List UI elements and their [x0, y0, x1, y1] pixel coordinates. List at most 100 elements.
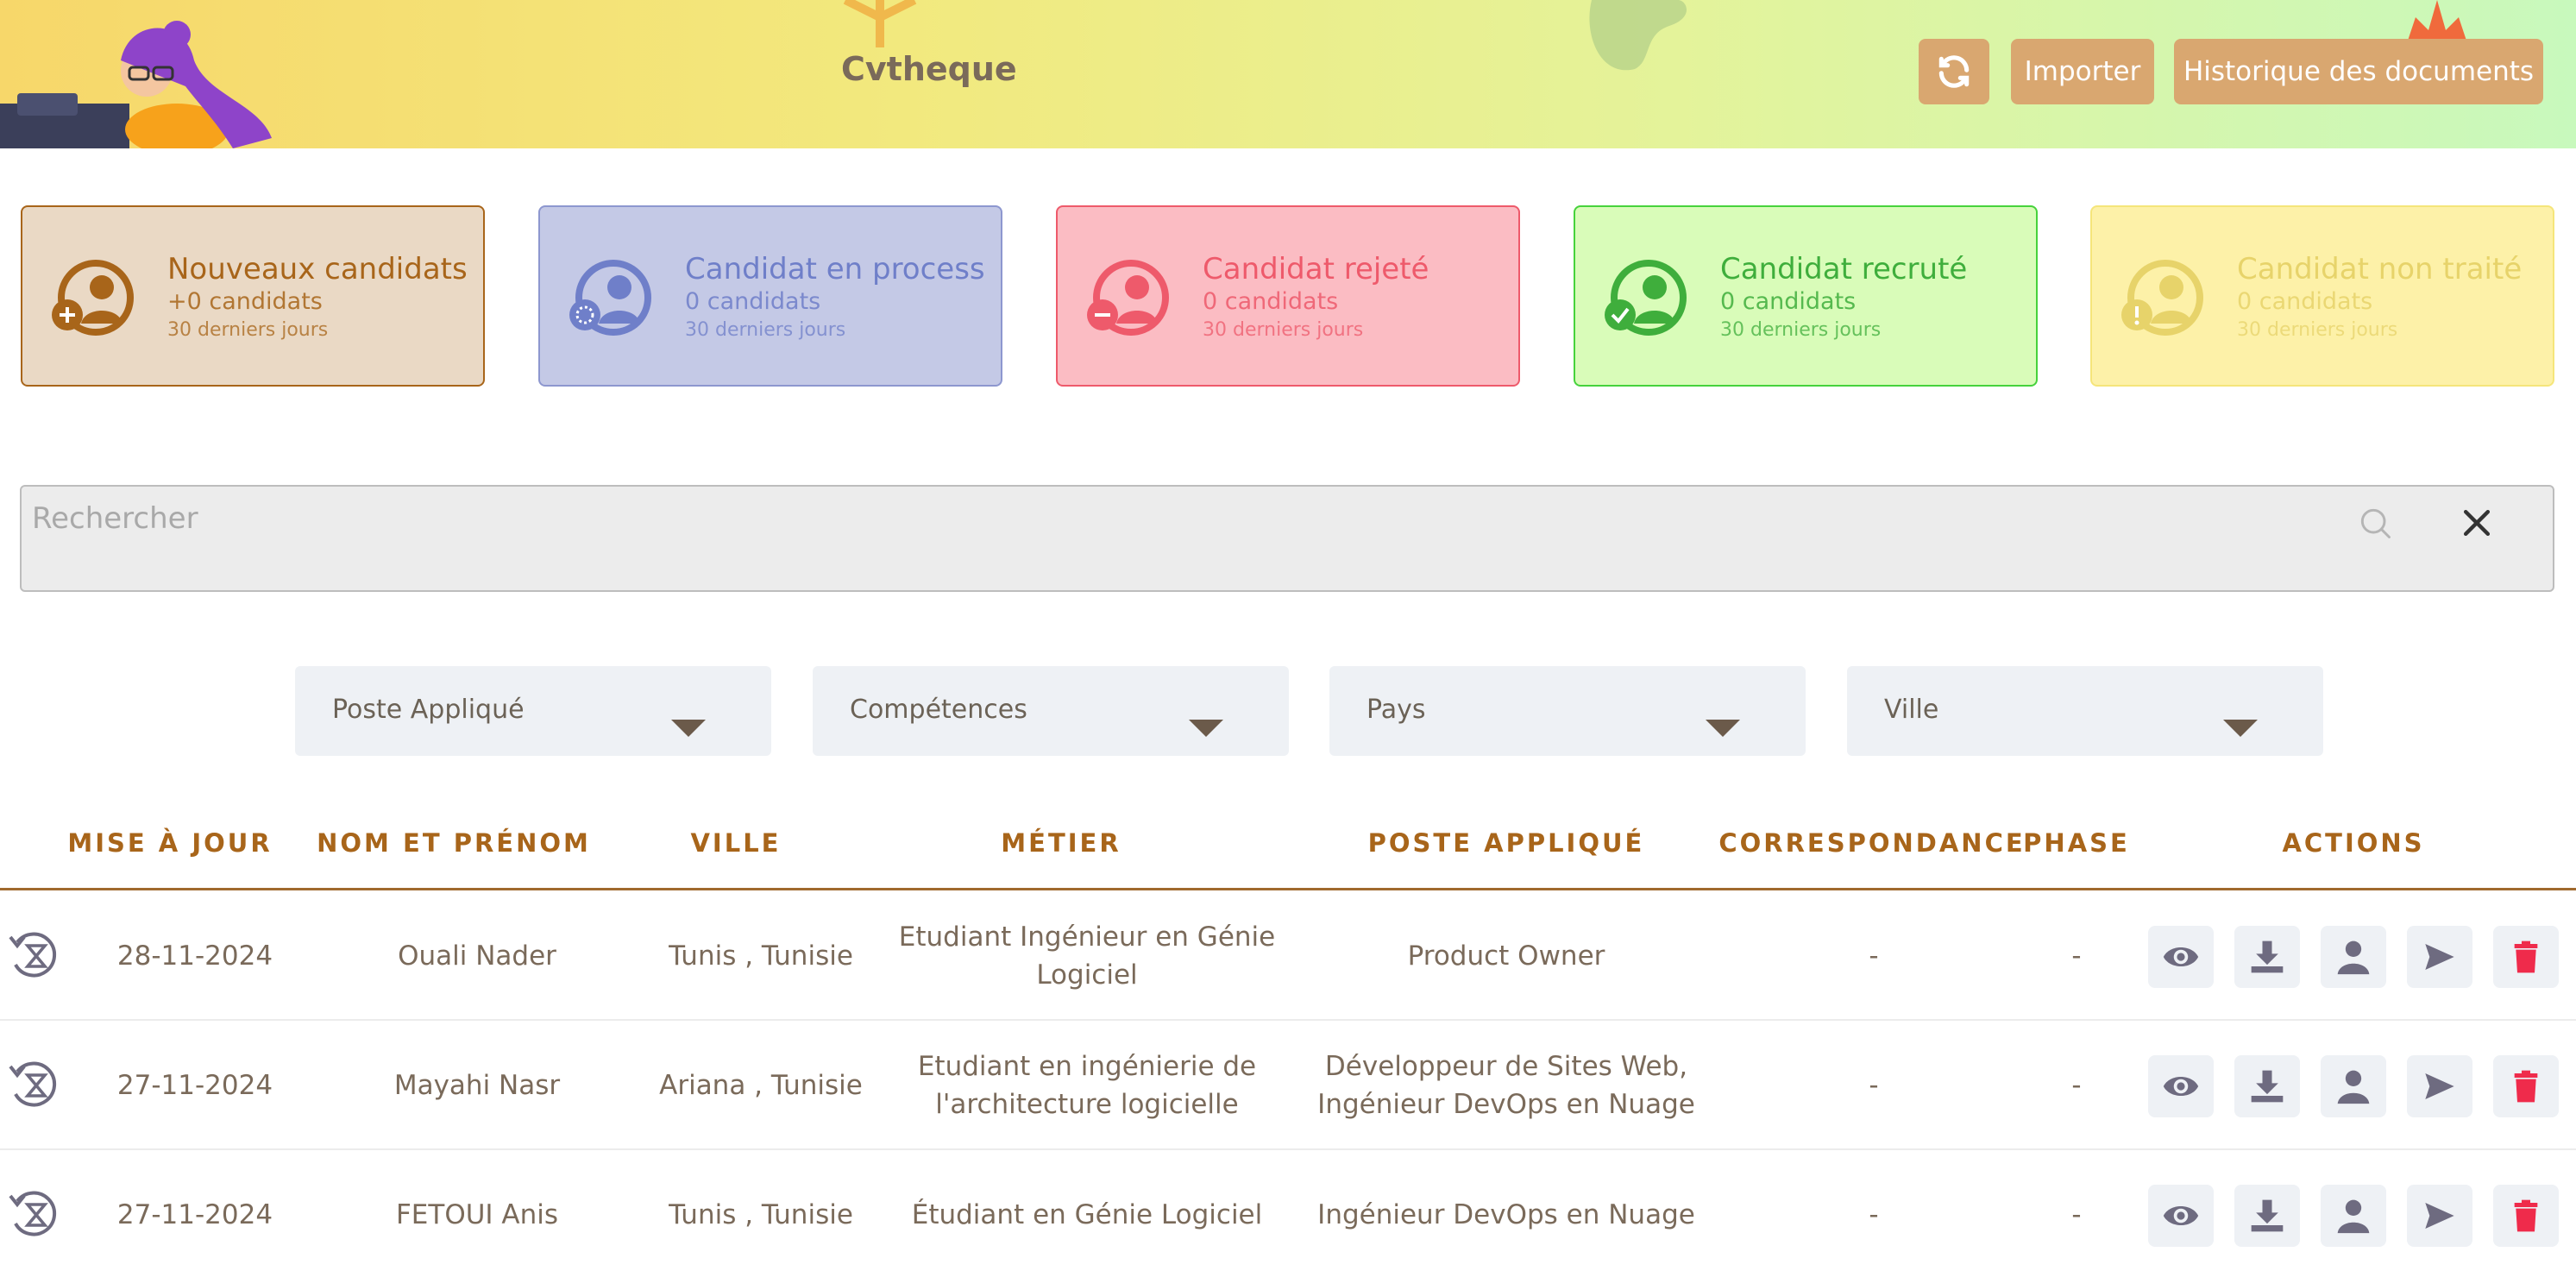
search-input[interactable] [32, 497, 2275, 540]
refresh-button[interactable] [1919, 39, 1989, 104]
filter-pays[interactable]: Pays [1329, 666, 1806, 756]
send-icon [2425, 1073, 2454, 1099]
column-header[interactable]: PHASE [2023, 828, 2130, 858]
star-decoration [2407, 0, 2467, 43]
cell-name: FETOUI Anis [395, 1199, 559, 1230]
filter-poste-applique[interactable]: Poste Appliqué [295, 666, 771, 756]
download-button[interactable] [2234, 1185, 2300, 1247]
filter-ville[interactable]: Ville [1847, 666, 2323, 756]
trash-button[interactable] [2493, 1055, 2559, 1117]
column-header[interactable]: NOM ET PRÉNOM [317, 828, 591, 858]
download-button[interactable] [2234, 926, 2300, 988]
cell-date: 28-11-2024 [116, 940, 273, 972]
cell-phase: - [2071, 1070, 2082, 1101]
eye-icon [2163, 1077, 2199, 1096]
send-icon [2425, 1203, 2454, 1229]
cell-match: - [1869, 940, 1879, 972]
caret-down-icon [671, 720, 706, 737]
search-icon[interactable] [2356, 504, 2394, 542]
column-header: ACTIONS [2282, 828, 2425, 858]
user-icon [2337, 1070, 2370, 1104]
stat-card-3[interactable]: Candidat recruté 0 candidats 30 derniers… [1574, 205, 2038, 387]
cell-match: - [1869, 1070, 1879, 1101]
cell-city: Tunis , Tunisie [669, 1199, 853, 1230]
send-button[interactable] [2407, 1055, 2472, 1117]
document-history-button[interactable]: Historique des documents [2174, 39, 2543, 104]
stat-card-title: Candidat recruté [1720, 252, 1968, 286]
caret-down-icon [2223, 720, 2258, 737]
stat-card-title: Candidat en process [685, 252, 985, 286]
stat-card-count: +0 candidats [167, 288, 323, 315]
refresh-icon [1938, 55, 1970, 88]
blob-decoration [1589, 0, 1687, 71]
stat-card-count: 0 candidats [1203, 288, 1339, 315]
column-header[interactable]: POSTE APPLIQUÉ [1368, 828, 1645, 858]
column-header[interactable]: MÉTIER [1001, 828, 1121, 858]
stat-card-4[interactable]: Candidat non traité 0 candidats 30 derni… [2090, 205, 2554, 387]
close-icon[interactable] [2458, 504, 2496, 542]
filter-label: Pays [1367, 695, 1426, 725]
search-bar [20, 485, 2554, 592]
history-icon[interactable] [7, 1189, 62, 1241]
header-banner: Cvtheque Importer Historique des documen… [0, 0, 2576, 148]
cell-job: Étudiant en Génie Logiciel [911, 1199, 1263, 1230]
caret-down-icon [1189, 720, 1223, 737]
stat-card-period: 30 derniers jours [1720, 319, 1882, 341]
filter-label: Compétences [850, 695, 1027, 725]
history-icon[interactable] [7, 930, 62, 982]
download-icon [2251, 940, 2284, 973]
cell-city: Ariana , Tunisie [659, 1070, 863, 1101]
trash-icon [2514, 1199, 2538, 1232]
user-button[interactable] [2321, 1055, 2386, 1117]
column-header[interactable]: CORRESPONDANCE [1718, 828, 2025, 858]
eye-button[interactable] [2148, 1185, 2214, 1247]
stat-card-period: 30 derniers jours [2237, 319, 2398, 341]
cell-job: Etudiant en ingénierie de l'architecture… [917, 1051, 1257, 1120]
user-button[interactable] [2321, 926, 2386, 988]
download-button[interactable] [2234, 1055, 2300, 1117]
caret-down-icon [1706, 720, 1740, 737]
stat-card-count: 0 candidats [2237, 288, 2373, 315]
cell-match: - [1869, 1199, 1879, 1230]
user-icon [2337, 1199, 2370, 1234]
download-icon [2251, 1199, 2284, 1232]
user-icon [2337, 940, 2370, 975]
import-button[interactable]: Importer [2011, 39, 2154, 104]
user-button[interactable] [2321, 1185, 2386, 1247]
send-button[interactable] [2407, 926, 2472, 988]
trash-button[interactable] [2493, 1185, 2559, 1247]
illustration-image [0, 21, 272, 148]
filter-label: Ville [1884, 695, 1939, 725]
stat-card-period: 30 derniers jours [685, 319, 846, 341]
stat-card-1[interactable]: Candidat en process 0 candidats 30 derni… [538, 205, 1002, 387]
history-icon[interactable] [7, 1060, 62, 1111]
table-row[interactable]: 28-11-2024 Ouali Nader Tunis , Tunisie Etud… [0, 891, 2576, 1021]
eye-button[interactable] [2148, 1055, 2214, 1117]
stat-card-title: Nouveaux candidats [167, 252, 468, 286]
table-row[interactable]: 27-11-2024 FETOUI Anis Tunis , Tunisie Étud… [0, 1150, 2576, 1277]
cell-name: Mayahi Nasr [393, 1070, 561, 1101]
user-warning-icon [2121, 260, 2203, 336]
stat-card-count: 0 candidats [685, 288, 821, 315]
cell-phase: - [2071, 1199, 2082, 1230]
stat-card-count: 0 candidats [1720, 288, 1857, 315]
cell-position: Product Owner [1407, 940, 1605, 972]
page-title: Cvtheque [841, 50, 1017, 88]
table-row[interactable]: 27-11-2024 Mayahi Nasr Ariana , Tunisie Etu… [0, 1021, 2576, 1150]
filter-competences[interactable]: Compétences [813, 666, 1289, 756]
leaf-decoration [843, 0, 917, 47]
stat-card-2[interactable]: Candidat rejeté 0 candidats 30 derniers … [1056, 205, 1520, 387]
send-button[interactable] [2407, 1185, 2472, 1247]
cell-name: Ouali Nader [398, 940, 556, 972]
column-header[interactable]: VILLE [690, 828, 781, 858]
eye-icon [2163, 1206, 2199, 1225]
user-check-icon [1605, 260, 1687, 336]
send-icon [2425, 944, 2454, 970]
stat-card-period: 30 derniers jours [167, 319, 329, 341]
trash-button[interactable] [2493, 926, 2559, 988]
trash-icon [2514, 1070, 2538, 1103]
user-reject-icon [1087, 260, 1169, 336]
eye-button[interactable] [2148, 926, 2214, 988]
stat-card-0[interactable]: Nouveaux candidats +0 candidats 30 derni… [21, 205, 485, 387]
column-header[interactable]: MISE À JOUR [67, 828, 272, 858]
